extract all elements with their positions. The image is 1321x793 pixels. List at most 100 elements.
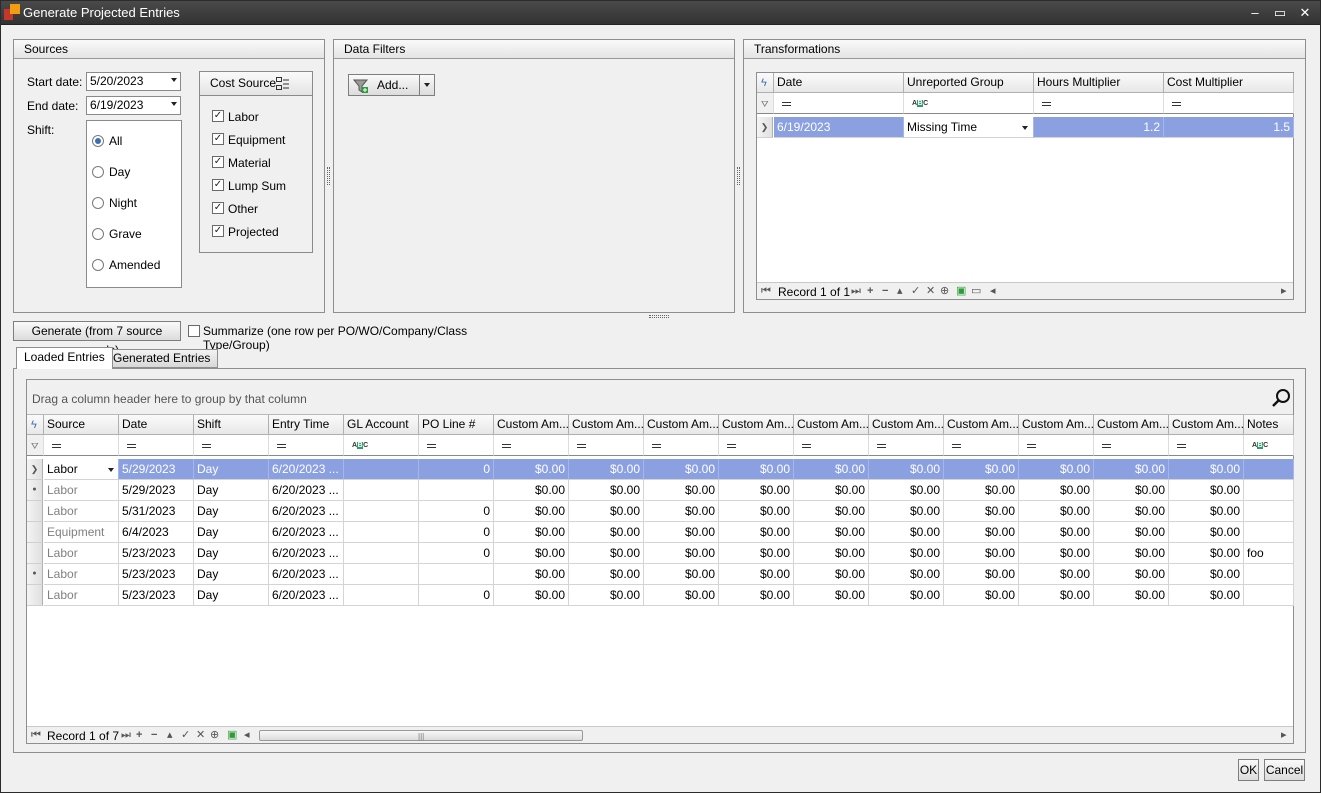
- cell-gl[interactable]: [344, 501, 419, 522]
- cell-custom-amount[interactable]: $0.00: [494, 459, 569, 480]
- cell-po[interactable]: 0: [419, 522, 494, 543]
- cell-time[interactable]: 6/20/2023 ...: [269, 501, 344, 522]
- shift-option-amended[interactable]: Amended: [87, 258, 181, 274]
- cell-custom-amount[interactable]: $0.00: [1169, 459, 1244, 480]
- filter-cell-date[interactable]: [774, 93, 904, 114]
- end-date-picker[interactable]: 6/19/2023: [86, 96, 181, 115]
- cell-shift[interactable]: Day: [194, 459, 269, 480]
- search-icon[interactable]: [1271, 388, 1291, 411]
- cell-gl[interactable]: [344, 543, 419, 564]
- cost-source-material[interactable]: ✓ Material: [212, 156, 307, 170]
- filter-cell[interactable]: [794, 435, 869, 456]
- cell-po[interactable]: 0: [419, 543, 494, 564]
- cell-custom-amount[interactable]: $0.00: [869, 459, 944, 480]
- cell-custom-amount[interactable]: $0.00: [1094, 543, 1169, 564]
- cell-custom-amount[interactable]: $0.00: [1169, 543, 1244, 564]
- column-header[interactable]: PO Line #: [419, 415, 494, 435]
- table-row[interactable]: ❯ 6/19/2023 Missing Time 1.2 1.5: [757, 117, 1294, 138]
- cell-custom-amount[interactable]: $0.00: [794, 543, 869, 564]
- cell-custom-amount[interactable]: $0.00: [644, 522, 719, 543]
- cell-shift[interactable]: Day: [194, 501, 269, 522]
- cell-po[interactable]: [419, 480, 494, 501]
- column-header[interactable]: Date: [119, 415, 194, 435]
- cell-custom-amount[interactable]: $0.00: [644, 564, 719, 585]
- filter-cell[interactable]: [494, 435, 569, 456]
- cell-time[interactable]: 6/20/2023 ...: [269, 543, 344, 564]
- filter-cell[interactable]: [269, 435, 344, 456]
- cell-shift[interactable]: Day: [194, 480, 269, 501]
- cost-source-lump-sum[interactable]: ✓ Lump Sum: [212, 179, 307, 193]
- cell-date[interactable]: 5/23/2023: [119, 564, 194, 585]
- cell-custom-amount[interactable]: $0.00: [1019, 522, 1094, 543]
- filter-cell[interactable]: ABC: [1244, 435, 1294, 456]
- cell-custom-amount[interactable]: $0.00: [644, 480, 719, 501]
- last-record-icon[interactable]: ⏭: [851, 283, 861, 299]
- table-row[interactable]: ● Labor 5/23/2023 Day 6/20/2023 ... $0.00 $0.0…: [27, 564, 1294, 585]
- cell-po[interactable]: 0: [419, 459, 494, 480]
- cell-date[interactable]: 5/29/2023: [119, 480, 194, 501]
- cell-time[interactable]: 6/20/2023 ...: [269, 459, 344, 480]
- globe-icon[interactable]: ⊕: [210, 727, 219, 743]
- cell-custom-amount[interactable]: $0.00: [1094, 480, 1169, 501]
- filter-cell[interactable]: [644, 435, 719, 456]
- cell-time[interactable]: 6/20/2023 ...: [269, 522, 344, 543]
- globe-icon[interactable]: ⊕: [940, 283, 949, 299]
- cell-custom-amount[interactable]: $0.00: [719, 543, 794, 564]
- filter-cell[interactable]: [44, 435, 119, 456]
- cell-custom-amount[interactable]: $0.00: [719, 564, 794, 585]
- close-button[interactable]: ✕: [1295, 4, 1315, 22]
- filter-cell[interactable]: [869, 435, 944, 456]
- column-header-unreported-group[interactable]: Unreported Group: [904, 73, 1034, 93]
- shift-option-day[interactable]: Day: [87, 165, 181, 181]
- cell-custom-amount[interactable]: $0.00: [794, 564, 869, 585]
- shift-option-all[interactable]: All: [87, 134, 181, 150]
- cell-notes[interactable]: [1244, 585, 1294, 606]
- cell-custom-amount[interactable]: $0.00: [719, 480, 794, 501]
- column-header-cost-multiplier[interactable]: Cost Multiplier: [1164, 73, 1294, 93]
- generate-button[interactable]: Generate (from 7 source records): [13, 321, 181, 357]
- excel-export-icon[interactable]: ▣: [956, 283, 966, 299]
- layout-icon[interactable]: ▭: [971, 283, 981, 299]
- cell-source[interactable]: Labor: [44, 480, 119, 501]
- cell-shift[interactable]: Day: [194, 564, 269, 585]
- cell-time[interactable]: 6/20/2023 ...: [269, 480, 344, 501]
- excel-export-icon[interactable]: ▣: [227, 727, 237, 743]
- cell-notes[interactable]: [1244, 522, 1294, 543]
- row-cost-cell[interactable]: 1.5: [1164, 117, 1294, 138]
- cell-custom-amount[interactable]: $0.00: [569, 543, 644, 564]
- cell-custom-amount[interactable]: $0.00: [944, 585, 1019, 606]
- column-header[interactable]: Shift: [194, 415, 269, 435]
- row-date-cell[interactable]: 6/19/2023: [774, 117, 904, 138]
- cell-date[interactable]: 5/23/2023: [119, 585, 194, 606]
- column-header[interactable]: Custom Am...: [1019, 415, 1094, 435]
- cell-source[interactable]: Labor: [44, 585, 119, 606]
- filter-cell[interactable]: [719, 435, 794, 456]
- cell-custom-amount[interactable]: $0.00: [869, 585, 944, 606]
- ok-button[interactable]: OK: [1238, 759, 1259, 781]
- cell-custom-amount[interactable]: $0.00: [1019, 585, 1094, 606]
- filter-cell[interactable]: [419, 435, 494, 456]
- cell-gl[interactable]: [344, 585, 419, 606]
- cell-custom-amount[interactable]: $0.00: [1094, 522, 1169, 543]
- layout-toggle-icon[interactable]: [276, 76, 290, 90]
- cell-date[interactable]: 6/4/2023: [119, 522, 194, 543]
- tab-loaded-entries[interactable]: Loaded Entries: [16, 347, 113, 369]
- column-header[interactable]: Entry Time: [269, 415, 344, 435]
- cell-custom-amount[interactable]: $0.00: [1094, 564, 1169, 585]
- column-header-date[interactable]: Date: [774, 73, 904, 93]
- scroll-right-icon[interactable]: ▸: [1281, 727, 1287, 743]
- cell-custom-amount[interactable]: $0.00: [569, 564, 644, 585]
- filter-cell[interactable]: [944, 435, 1019, 456]
- table-row[interactable]: Labor 5/23/2023 Day 6/20/2023 ... 0 $0.00 $0.0…: [27, 543, 1294, 564]
- scroll-right-icon[interactable]: ▸: [1281, 283, 1287, 299]
- table-row[interactable]: ● Labor 5/29/2023 Day 6/20/2023 ... $0.00 $0.0…: [27, 480, 1294, 501]
- cell-shift[interactable]: Day: [194, 585, 269, 606]
- cell-custom-amount[interactable]: $0.00: [944, 564, 1019, 585]
- row-group-dropdown[interactable]: Missing Time: [904, 117, 1034, 138]
- filter-cell-cost[interactable]: [1164, 93, 1294, 114]
- cell-custom-amount[interactable]: $0.00: [644, 459, 719, 480]
- cell-custom-amount[interactable]: $0.00: [494, 543, 569, 564]
- cell-custom-amount[interactable]: $0.00: [569, 585, 644, 606]
- cost-source-projected[interactable]: ✓ Projected: [212, 225, 307, 239]
- column-header[interactable]: Custom Am...: [1169, 415, 1244, 435]
